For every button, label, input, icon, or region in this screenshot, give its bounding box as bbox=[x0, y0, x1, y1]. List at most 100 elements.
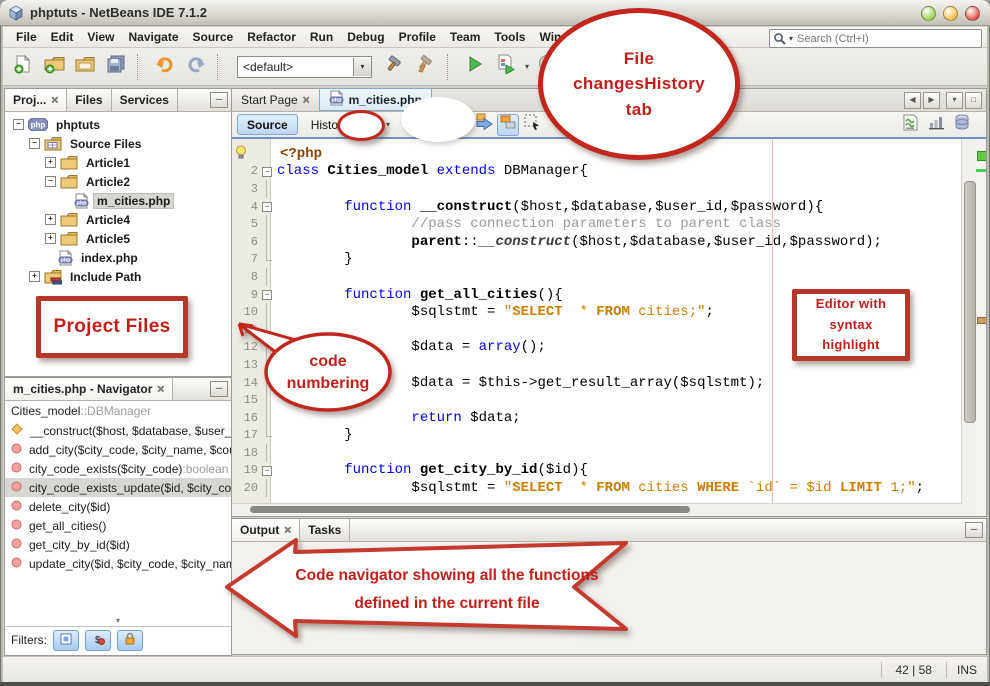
run-button[interactable] bbox=[461, 53, 489, 81]
tree-item-source-files[interactable]: −Source Files bbox=[5, 134, 231, 153]
close-icon[interactable]: ❌︎ bbox=[157, 384, 164, 395]
tree-item-index-php[interactable]: phpindex.php bbox=[5, 248, 231, 267]
tab-navigator[interactable]: m_cities.php - Navigator ❌︎ bbox=[5, 378, 173, 400]
navigator-item[interactable]: get_all_cities() bbox=[5, 516, 231, 535]
fold-margin[interactable] bbox=[260, 251, 273, 269]
code-fold-icon[interactable]: − bbox=[262, 167, 272, 177]
tree-expander-icon[interactable]: + bbox=[45, 233, 56, 244]
code-line[interactable]: 19− function get_city_by_id($id){ bbox=[232, 462, 986, 480]
non-public-filter-button[interactable] bbox=[117, 630, 143, 651]
menu-navigate[interactable]: Navigate bbox=[121, 28, 185, 46]
menu-refactor[interactable]: Refactor bbox=[240, 28, 303, 46]
tree-item-article4[interactable]: +Article4 bbox=[5, 210, 231, 229]
line-number[interactable]: 8 bbox=[232, 270, 260, 284]
tree-expander-icon[interactable]: + bbox=[45, 157, 56, 168]
tab-list-dropdown-icon[interactable]: ▾ bbox=[946, 92, 963, 109]
code-fold-icon[interactable]: − bbox=[262, 290, 272, 300]
navigator-item[interactable]: delete_city($id) bbox=[5, 497, 231, 516]
error-stripe[interactable] bbox=[976, 139, 986, 516]
tree-item-article2[interactable]: −Article2 bbox=[5, 172, 231, 191]
tab-projects[interactable]: Proj... ❌︎ bbox=[5, 89, 67, 111]
tab-start-page[interactable]: Start Page ❌︎ bbox=[232, 89, 320, 111]
fold-margin[interactable] bbox=[260, 427, 273, 445]
code-line[interactable]: 5 //pass connection parameters to parent… bbox=[232, 215, 986, 233]
fields-filter-button[interactable]: $ bbox=[85, 630, 111, 651]
code-line[interactable]: 3 bbox=[232, 180, 986, 198]
menu-run[interactable]: Run bbox=[303, 28, 340, 46]
code-line[interactable]: 4− function __construct($host,$database,… bbox=[232, 198, 986, 216]
code-text[interactable]: parent::__construct($host,$database,$use… bbox=[273, 234, 882, 250]
code-line[interactable]: 2−class Cities_model extends DBManager{ bbox=[232, 163, 986, 181]
scroll-tabs-left-icon[interactable]: ◀ bbox=[904, 92, 921, 109]
minimize-panel-icon[interactable]: ─ bbox=[210, 381, 228, 397]
fold-margin[interactable] bbox=[260, 444, 273, 462]
scrollbar-thumb[interactable] bbox=[964, 181, 976, 423]
line-number[interactable]: 18 bbox=[232, 446, 260, 460]
fold-margin[interactable]: − bbox=[260, 462, 273, 480]
next-bookmark-button[interactable] bbox=[474, 115, 494, 135]
quick-search[interactable]: ▾ bbox=[769, 29, 982, 48]
tree-expander-icon[interactable]: + bbox=[45, 214, 56, 225]
code-line[interactable]: 6 parent::__construct($host,$database,$u… bbox=[232, 233, 986, 251]
minimize-panel-icon[interactable]: ─ bbox=[210, 92, 228, 108]
menu-file[interactable]: File bbox=[9, 28, 44, 46]
code-text[interactable]: //pass connection parameters to parent c… bbox=[273, 216, 781, 232]
fold-margin[interactable] bbox=[260, 479, 273, 497]
redo-button[interactable] bbox=[182, 53, 210, 81]
line-number[interactable]: 6 bbox=[232, 235, 260, 249]
code-text[interactable]: function get_all_cities(){ bbox=[273, 287, 563, 303]
fold-margin[interactable]: − bbox=[260, 163, 273, 181]
hint-lightbulb-icon[interactable] bbox=[232, 145, 263, 163]
navigator-item[interactable]: city_code_exists_update($id, $city_cod bbox=[5, 478, 231, 497]
build-button[interactable] bbox=[381, 53, 409, 81]
code-line[interactable]: 18 bbox=[232, 444, 986, 462]
code-text[interactable]: <?php bbox=[276, 146, 322, 162]
ws-doc-button[interactable] bbox=[900, 115, 920, 135]
dropdown-caret-icon[interactable]: ▾ bbox=[525, 62, 529, 71]
line-number[interactable]: 2 bbox=[232, 164, 260, 178]
tree-expander-icon[interactable]: + bbox=[29, 271, 40, 282]
inherited-filter-button[interactable] bbox=[53, 630, 79, 651]
memory-button[interactable] bbox=[926, 115, 946, 135]
code-text[interactable]: class Cities_model extends DBManager{ bbox=[273, 163, 588, 179]
editor-vscrollbar[interactable] bbox=[961, 139, 976, 516]
tab-services[interactable]: Services bbox=[112, 89, 178, 111]
line-number[interactable]: 9 bbox=[232, 288, 260, 302]
line-number[interactable]: 3 bbox=[232, 182, 260, 196]
search-dropdown-icon[interactable]: ▾ bbox=[789, 34, 793, 43]
tree-expander-icon[interactable]: − bbox=[13, 119, 24, 130]
menu-team[interactable]: Team bbox=[443, 28, 487, 46]
navigator-item[interactable]: update_city($id, $city_code, $city_name bbox=[5, 554, 231, 573]
splitter-grip-icon[interactable]: ▾ bbox=[5, 616, 231, 625]
toggle-bookmark-button[interactable] bbox=[497, 114, 519, 136]
menu-source[interactable]: Source bbox=[186, 28, 241, 46]
scroll-tabs-right-icon[interactable]: ▶ bbox=[923, 92, 940, 109]
select-rect-button[interactable] bbox=[522, 115, 542, 135]
new-project-button[interactable] bbox=[40, 53, 68, 81]
line-number[interactable]: 19 bbox=[232, 463, 260, 477]
code-text[interactable]: function __construct($host,$database,$us… bbox=[273, 199, 823, 215]
editor-hscrollbar[interactable] bbox=[232, 503, 962, 516]
line-number[interactable]: 17 bbox=[232, 428, 260, 442]
search-input[interactable] bbox=[795, 32, 978, 46]
fold-margin[interactable] bbox=[260, 268, 273, 286]
minimize-panel-icon[interactable]: ─ bbox=[965, 522, 983, 538]
code-line[interactable]: 20 $sqlstmt = "SELECT * FROM cities WHER… bbox=[232, 479, 986, 497]
new-file-button[interactable] bbox=[9, 53, 37, 81]
tree-item-include-path[interactable]: +Include Path bbox=[5, 267, 231, 286]
tree-expander-icon[interactable]: − bbox=[45, 176, 56, 187]
maximize-editor-icon[interactable]: □ bbox=[965, 92, 982, 109]
menu-view[interactable]: View bbox=[80, 28, 121, 46]
line-number[interactable]: 20 bbox=[232, 481, 260, 495]
navigator-item[interactable]: city_code_exists($city_code):boolean bbox=[5, 459, 231, 478]
source-view-button[interactable]: Source bbox=[237, 114, 298, 135]
tree-item-article1[interactable]: +Article1 bbox=[5, 153, 231, 172]
tree-expander-icon[interactable]: − bbox=[29, 138, 40, 149]
close-icon[interactable]: ❌︎ bbox=[51, 95, 58, 106]
fold-margin[interactable] bbox=[260, 233, 273, 251]
tree-item-phptuts[interactable]: −phpphptuts bbox=[5, 115, 231, 134]
database-button[interactable] bbox=[952, 115, 972, 135]
code-fold-icon[interactable]: − bbox=[262, 466, 272, 476]
code-text[interactable]: } bbox=[273, 251, 353, 267]
navigator-class-row[interactable]: Cities_model::DBManager bbox=[5, 401, 231, 421]
